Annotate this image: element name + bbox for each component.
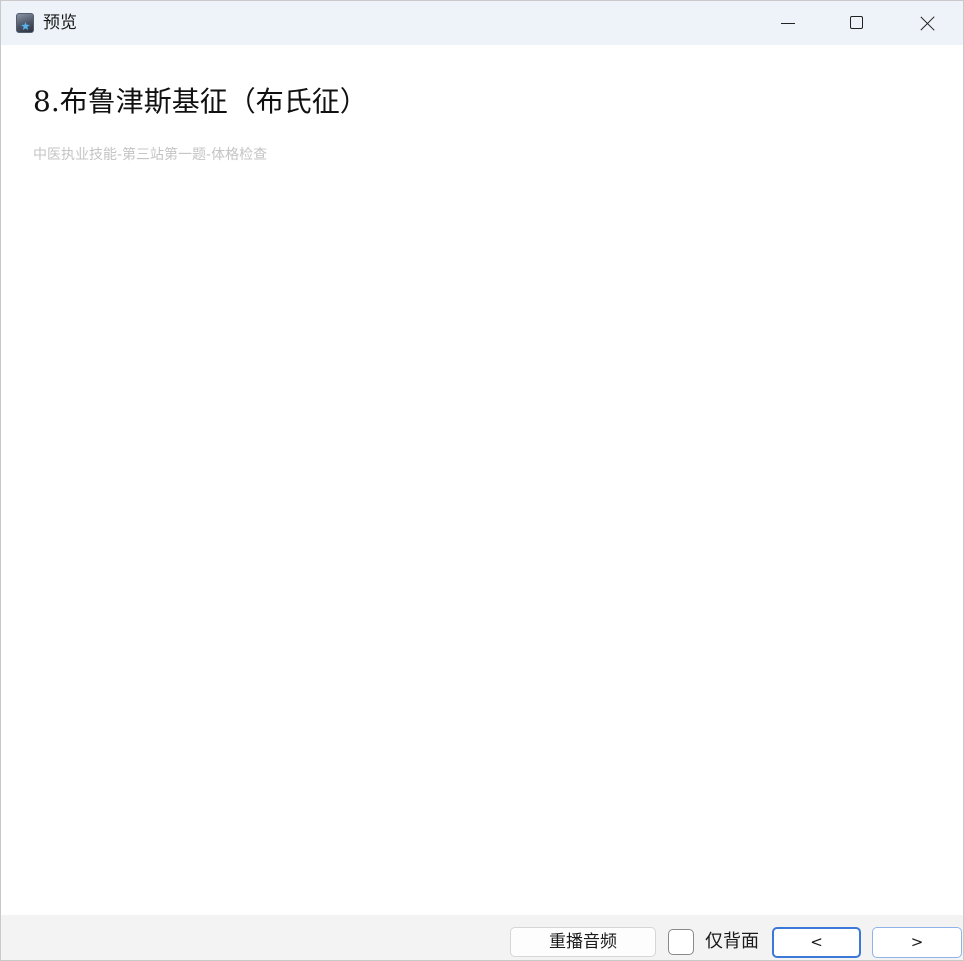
replay-audio-button[interactable]: 重播音频 <box>510 927 656 957</box>
close-icon <box>920 16 935 31</box>
bottom-toolbar: 重播音频 仅背面 < > <box>1 915 963 960</box>
window-title: 预览 <box>43 13 77 33</box>
close-button[interactable] <box>892 1 962 45</box>
maximize-icon <box>850 16 863 29</box>
preview-window: 预览 8.布鲁津斯基征（布氏征） 中医执业技能-第三站第一题-体格检查 重播音频… <box>0 0 964 961</box>
maximize-button[interactable] <box>822 1 892 45</box>
back-only-checkbox[interactable] <box>668 929 694 955</box>
minimize-icon <box>781 23 795 24</box>
card-heading: 8.布鲁津斯基征（布氏征） <box>33 85 368 118</box>
minimize-button[interactable] <box>753 1 823 45</box>
star-app-icon <box>16 13 34 33</box>
back-only-label[interactable]: 仅背面 <box>705 929 759 955</box>
card-deck-path: 中医执业技能-第三站第一题-体格检查 <box>33 147 268 163</box>
previous-button[interactable]: < <box>772 927 861 958</box>
next-button[interactable]: > <box>872 927 962 958</box>
title-bar[interactable]: 预览 <box>1 1 963 45</box>
